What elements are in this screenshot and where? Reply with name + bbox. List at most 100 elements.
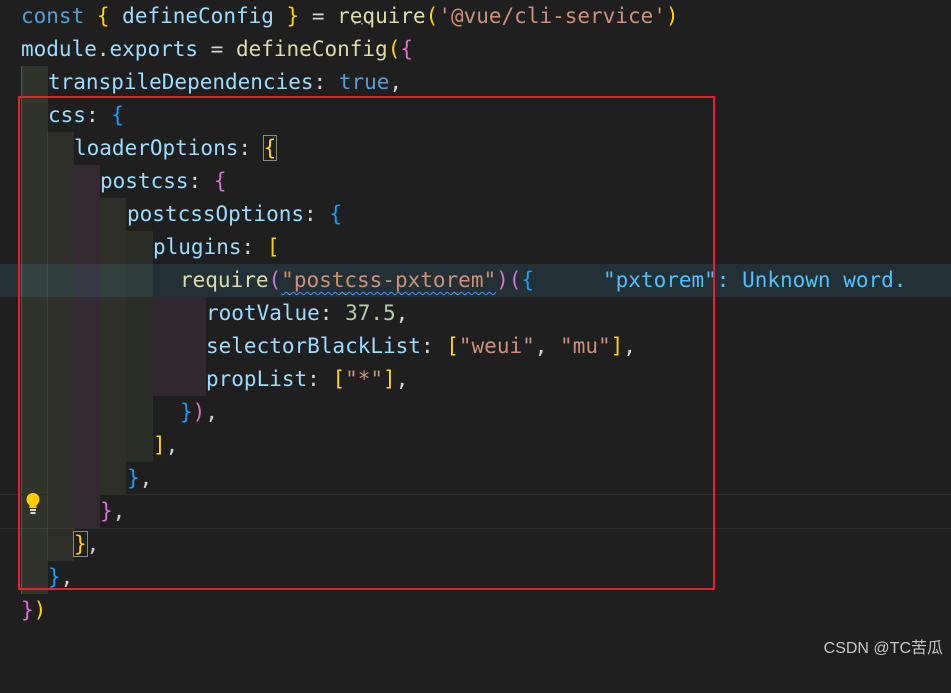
indent-guide bbox=[47, 198, 74, 231]
indent-guide bbox=[126, 396, 153, 429]
indent-guide bbox=[126, 363, 153, 396]
token: { bbox=[329, 202, 342, 226]
indent-guide bbox=[47, 396, 74, 429]
token: ( bbox=[387, 37, 401, 61]
indent-guide bbox=[100, 396, 126, 429]
token: : bbox=[304, 202, 330, 226]
token: : bbox=[238, 136, 264, 160]
token: { bbox=[96, 4, 110, 28]
token: true bbox=[338, 70, 390, 94]
token: ( bbox=[268, 268, 282, 292]
code-line-4[interactable]: css: { bbox=[0, 99, 951, 132]
indent-guide bbox=[74, 198, 100, 231]
indent-guide bbox=[100, 231, 126, 264]
token: , bbox=[205, 400, 218, 424]
code-line-15[interactable]: }, bbox=[0, 462, 951, 495]
token: } bbox=[127, 466, 140, 490]
code-line-12[interactable]: propList: ["*"], bbox=[0, 363, 951, 396]
code-line-13[interactable]: }), bbox=[0, 396, 951, 429]
indent-guide bbox=[74, 429, 100, 462]
code-line-17[interactable]: }, bbox=[0, 528, 951, 561]
indent-guide bbox=[47, 495, 74, 528]
token: ( bbox=[508, 268, 522, 292]
code-line-1[interactable]: const { defineConfig } = require('@vue/c… bbox=[0, 0, 951, 33]
code-line-9[interactable]: require("postcss-pxtorem")({ "pxtorem": … bbox=[0, 264, 951, 297]
token: : bbox=[188, 169, 214, 193]
token: } bbox=[100, 499, 113, 523]
indent-guide bbox=[21, 231, 48, 264]
token: , bbox=[395, 301, 409, 325]
code-line-3[interactable]: transpileDependencies: true, bbox=[0, 66, 951, 99]
token: ( bbox=[425, 4, 439, 28]
indent-guide bbox=[21, 528, 48, 561]
code-line-8[interactable]: plugins: [ bbox=[0, 231, 951, 264]
indent-guide bbox=[100, 429, 126, 462]
code-line-5[interactable]: loaderOptions: { bbox=[0, 132, 951, 165]
token: } bbox=[73, 531, 88, 557]
indent-guide bbox=[100, 198, 126, 231]
code-editor[interactable]: const { defineConfig } = require('@vue/c… bbox=[0, 0, 951, 666]
lightbulb-icon[interactable] bbox=[25, 491, 41, 517]
token: module bbox=[21, 37, 97, 61]
token: } bbox=[180, 400, 193, 424]
indent-guide bbox=[100, 264, 126, 297]
token: exports bbox=[109, 37, 199, 61]
hint-dots-icon[interactable]: ··· bbox=[352, 20, 373, 30]
indent-guide bbox=[180, 363, 206, 396]
token: postcss bbox=[100, 169, 189, 193]
token: selectorBlackList bbox=[206, 334, 421, 358]
indent-guide bbox=[126, 429, 153, 462]
indent-guide bbox=[21, 132, 48, 165]
token: = bbox=[299, 4, 338, 28]
token: ] bbox=[610, 334, 624, 358]
indent-guide bbox=[74, 330, 100, 363]
token: , bbox=[112, 499, 126, 523]
code-line-16[interactable]: }, bbox=[0, 494, 951, 529]
token: rootValue bbox=[206, 301, 320, 325]
token: { bbox=[213, 169, 227, 193]
indent-guide bbox=[21, 330, 48, 363]
token: const bbox=[21, 4, 85, 28]
indent-guide bbox=[21, 264, 48, 297]
token: "*" bbox=[345, 367, 384, 391]
token: : bbox=[420, 334, 447, 358]
token: ) bbox=[665, 4, 679, 28]
token: postcssOptions bbox=[127, 202, 305, 226]
indent-guide bbox=[21, 297, 48, 330]
token: , bbox=[534, 334, 561, 358]
token: } bbox=[21, 598, 34, 622]
token: { bbox=[521, 268, 535, 292]
token: ) bbox=[33, 598, 47, 622]
code-line-2[interactable]: module.exports = defineConfig({ bbox=[0, 33, 951, 66]
token: , bbox=[139, 466, 153, 490]
code-line-18[interactable]: }, bbox=[0, 561, 951, 594]
token: , bbox=[86, 532, 100, 556]
code-line-19[interactable]: }) bbox=[0, 594, 951, 627]
token: [ bbox=[332, 367, 346, 391]
indent-guide bbox=[21, 561, 48, 594]
token: defineConfig bbox=[109, 4, 287, 28]
indent-guide bbox=[74, 495, 100, 528]
indent-guide bbox=[74, 363, 100, 396]
indent-guide bbox=[47, 264, 74, 297]
token: : bbox=[241, 235, 267, 259]
indent-guide bbox=[126, 231, 153, 264]
code-line-10[interactable]: rootValue: 37.5, bbox=[0, 297, 951, 330]
token: { bbox=[111, 103, 124, 127]
indent-guide bbox=[180, 297, 206, 330]
code-line-14[interactable]: ], bbox=[0, 429, 951, 462]
inline-error-message[interactable]: "pxtorem": Unknown word. bbox=[603, 264, 906, 297]
code-line-11[interactable]: selectorBlackList: ["weui", "mu"], bbox=[0, 330, 951, 363]
indent-guide bbox=[47, 528, 74, 561]
code-line-6[interactable]: postcss: { bbox=[0, 165, 951, 198]
indent-guide bbox=[47, 165, 74, 198]
code-line-7[interactable]: postcssOptions: { bbox=[0, 198, 951, 231]
indent-guide bbox=[47, 462, 74, 495]
indent-guide bbox=[126, 330, 153, 363]
indent-guide bbox=[47, 363, 74, 396]
indent-guide bbox=[74, 396, 100, 429]
indent-guide bbox=[47, 132, 74, 165]
token: [ bbox=[266, 235, 280, 259]
token: . bbox=[96, 37, 110, 61]
error-token[interactable]: "postcss-pxtorem" bbox=[281, 268, 496, 292]
